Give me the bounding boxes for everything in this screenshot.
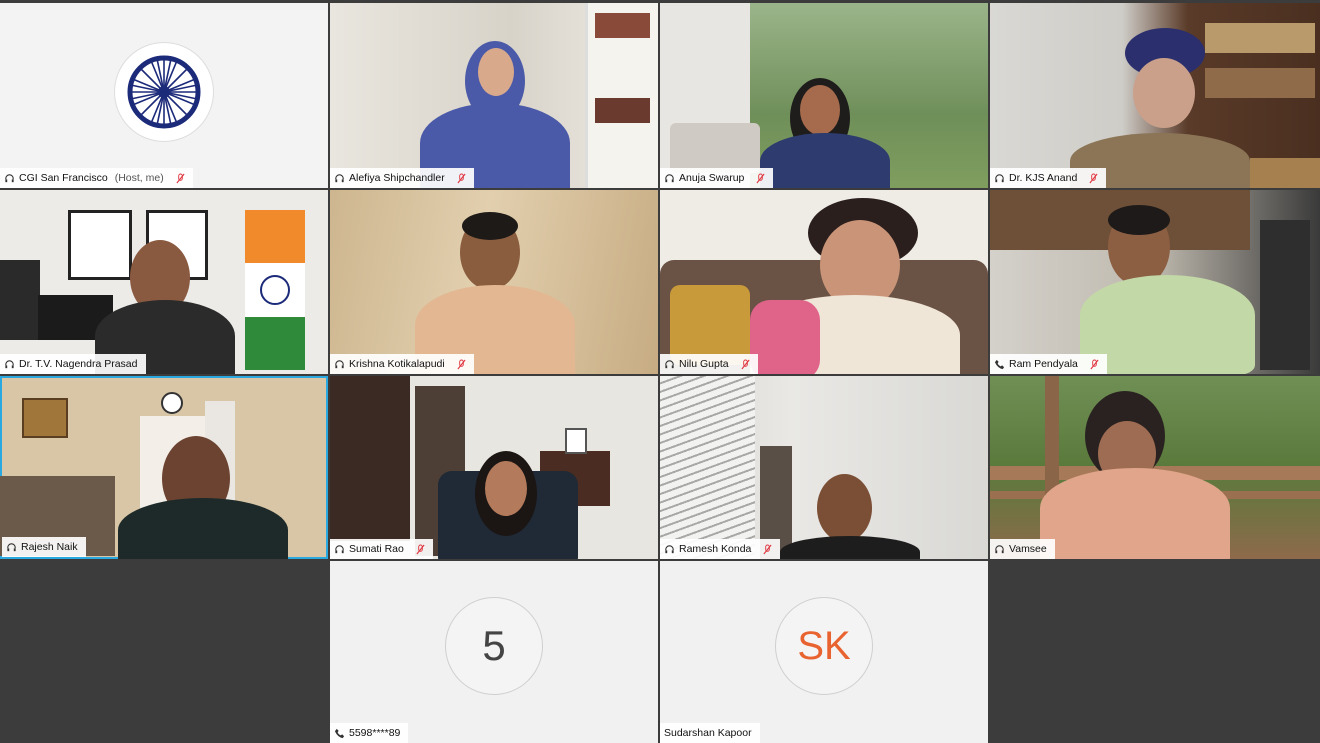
participant-label: Nilu Gupta (660, 354, 758, 374)
muted-mic-icon (457, 359, 466, 369)
participant-label: Sudarshan Kapoor (660, 723, 760, 743)
participant-name: Sumati Rao (349, 543, 404, 555)
participant-label: Dr. KJS Anand (990, 168, 1107, 188)
muted-mic-icon (416, 544, 425, 554)
headset-icon (5, 359, 14, 368)
host-tag: (Host, me) (114, 172, 164, 184)
participant-name: Alefiya Shipchandler (349, 172, 445, 184)
ashoka-chakra-logo (114, 42, 214, 142)
video-gallery-grid: CGI San Francisco (Host, me) Alefiya Shi… (0, 0, 1320, 743)
headset-icon (335, 173, 344, 182)
participant-name: CGI San Francisco (19, 172, 108, 184)
participant-label: Vamsee (990, 539, 1055, 559)
participant-tile-sudarshan-kapoor[interactable]: SK Sudarshan Kapoor (660, 561, 988, 743)
participant-name: Ram Pendyala (1009, 358, 1078, 370)
headset-icon (995, 173, 1004, 182)
participant-name: Nilu Gupta (679, 358, 729, 370)
phone-icon (334, 728, 345, 738)
participant-label: Ram Pendyala (990, 354, 1107, 374)
avatar: SK (775, 597, 873, 695)
participant-name: Vamsee (1009, 543, 1047, 555)
participant-tile-rajesh-naik[interactable]: Rajesh Naik (0, 376, 328, 559)
headset-icon (335, 359, 344, 368)
participant-tile-ram-pendyala[interactable]: Ram Pendyala (990, 190, 1320, 374)
headset-icon (7, 542, 16, 551)
participant-label: 5598****89 (330, 723, 409, 743)
muted-mic-icon (756, 173, 765, 183)
participant-label: Rajesh Naik (2, 537, 86, 557)
participant-label: CGI San Francisco (Host, me) (0, 168, 193, 188)
participant-name: Dr. KJS Anand (1009, 172, 1078, 184)
headset-icon (665, 544, 674, 553)
participant-tile-anuja[interactable]: Anuja Swarup (660, 3, 988, 188)
participant-tile-kjs-anand[interactable]: Dr. KJS Anand (990, 3, 1320, 188)
muted-mic-icon (763, 544, 772, 554)
participant-name: Krishna Kotikalapudi (349, 358, 445, 370)
muted-mic-icon (457, 173, 466, 183)
participant-tile-vamsee[interactable]: Vamsee (990, 376, 1320, 559)
participant-label: Alefiya Shipchandler (330, 168, 474, 188)
participant-tile-alefiya[interactable]: Alefiya Shipchandler (330, 3, 658, 188)
participant-name: Rajesh Naik (21, 541, 78, 553)
participant-label: Dr. T.V. Nagendra Prasad (0, 354, 146, 374)
participant-name: Anuja Swarup (679, 172, 745, 184)
participant-tile-ramesh-konda[interactable]: Ramesh Konda (660, 376, 988, 559)
muted-mic-icon (1090, 359, 1099, 369)
participant-tile-sumati-rao[interactable]: Sumati Rao (330, 376, 658, 559)
participant-label: Anuja Swarup (660, 168, 774, 188)
headset-icon (5, 173, 14, 182)
participant-name: 5598****89 (349, 727, 401, 739)
participant-tile-nagendra-prasad[interactable]: Dr. T.V. Nagendra Prasad (0, 190, 328, 374)
participant-tile-phone-caller[interactable]: 5 5598****89 (330, 561, 658, 743)
participant-label: Sumati Rao (330, 539, 433, 559)
participant-tile-krishna[interactable]: Krishna Kotikalapudi (330, 190, 658, 374)
headset-icon (995, 544, 1004, 553)
participant-label: Ramesh Konda (660, 539, 781, 559)
participant-tile-cgi[interactable]: CGI San Francisco (Host, me) (0, 3, 328, 188)
headset-icon (665, 173, 674, 182)
avatar: 5 (445, 597, 543, 695)
participant-tile-nilu-gupta[interactable]: Nilu Gupta (660, 190, 988, 374)
participant-label: Krishna Kotikalapudi (330, 354, 474, 374)
headset-icon (665, 359, 674, 368)
muted-mic-icon (1089, 173, 1098, 183)
headset-icon (335, 544, 344, 553)
muted-mic-icon (741, 359, 750, 369)
flag (245, 210, 305, 370)
participant-name: Ramesh Konda (679, 543, 752, 555)
phone-icon (994, 359, 1005, 369)
participant-name: Dr. T.V. Nagendra Prasad (19, 358, 138, 370)
muted-mic-icon (176, 173, 185, 183)
participant-name: Sudarshan Kapoor (664, 727, 752, 739)
